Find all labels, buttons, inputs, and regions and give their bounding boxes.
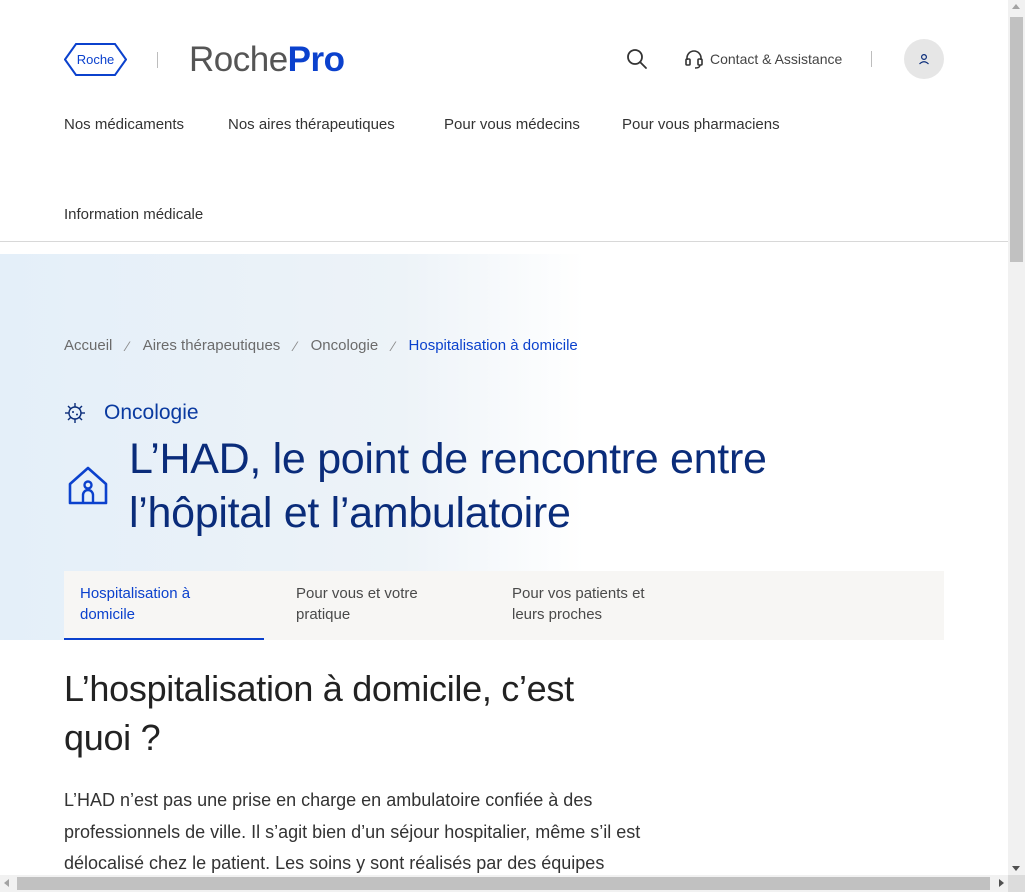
search-icon: [627, 49, 647, 69]
site-header: Roche RochePro Contact & Assistance Nos …: [0, 0, 1008, 242]
breadcrumb-oncologie[interactable]: Oncologie: [311, 336, 379, 356]
page-viewport: Roche RochePro Contact & Assistance Nos …: [0, 0, 1008, 875]
nav-item-medicaments[interactable]: Nos médicaments: [64, 115, 184, 135]
scroll-right-arrow[interactable]: [999, 879, 1004, 887]
brand-part-pro: Pro: [287, 40, 345, 79]
contact-label: Contact & Assistance: [710, 51, 843, 67]
roche-logo[interactable]: Roche: [64, 43, 127, 76]
nav-item-aires-therapeutiques[interactable]: Nos aires thérapeutiques: [228, 115, 395, 135]
breadcrumb-aires-therapeutiques[interactable]: Aires thérapeutiques: [143, 336, 281, 356]
roche-logo-text: Roche: [77, 52, 115, 67]
nav-item-medecins[interactable]: Pour vous médecins: [444, 115, 580, 135]
contact-assistance-link[interactable]: Contact & Assistance: [684, 48, 842, 70]
account-button[interactable]: [904, 39, 944, 79]
hero-category[interactable]: Oncologie: [64, 401, 199, 425]
breadcrumb-accueil[interactable]: Accueil: [64, 336, 112, 356]
home-icon: [68, 466, 108, 505]
breadcrumb-separator: ⁄: [126, 338, 129, 354]
vertical-scroll-thumb[interactable]: [1010, 17, 1023, 262]
scrollbar-corner: [1008, 875, 1025, 892]
brand-part-roche: Roche: [189, 40, 288, 79]
breadcrumb-separator: ⁄: [294, 338, 297, 354]
tab-pour-vos-patients[interactable]: Pour vos patients et leurs proches: [496, 571, 696, 640]
tab-pour-vous-et-votre-pratique[interactable]: Pour vous et votre pratique: [280, 571, 480, 640]
logo-divider: [157, 52, 158, 68]
vertical-scrollbar[interactable]: [1008, 0, 1025, 875]
horizontal-scroll-thumb[interactable]: [17, 877, 990, 890]
tab-hospitalisation-a-domicile[interactable]: Hospitalisation à domicile: [64, 571, 264, 640]
page-title: L’HAD, le point de rencontre entre l’hôp…: [129, 435, 767, 537]
scroll-down-arrow[interactable]: [1012, 866, 1020, 871]
virus-icon: [65, 403, 85, 423]
user-icon: [919, 53, 929, 65]
section-tabs: Hospitalisation à domicile Pour vous et …: [64, 571, 944, 640]
breadcrumb-separator: ⁄: [392, 338, 395, 354]
search-button[interactable]: [625, 47, 649, 71]
rochepro-brand[interactable]: RochePro: [189, 38, 345, 82]
breadcrumb-current: Hospitalisation à domicile: [408, 337, 578, 354]
nav-item-information-medicale[interactable]: Information médicale: [64, 205, 203, 225]
horizontal-scrollbar[interactable]: [0, 875, 1008, 892]
nav-item-pharmaciens[interactable]: Pour vous pharmaciens: [622, 115, 780, 135]
category-label: Oncologie: [104, 401, 199, 424]
headset-icon: [685, 50, 703, 69]
scroll-up-arrow[interactable]: [1012, 4, 1020, 9]
breadcrumb: Accueil ⁄ Aires thérapeutiques ⁄ Oncolog…: [64, 336, 578, 356]
body-paragraph: L’HAD n’est pas une prise en charge en a…: [64, 790, 641, 873]
header-divider: [871, 51, 872, 67]
scroll-left-arrow[interactable]: [4, 879, 9, 887]
section-heading: L’hospitalisation à domicile, c’est quoi…: [64, 668, 574, 758]
